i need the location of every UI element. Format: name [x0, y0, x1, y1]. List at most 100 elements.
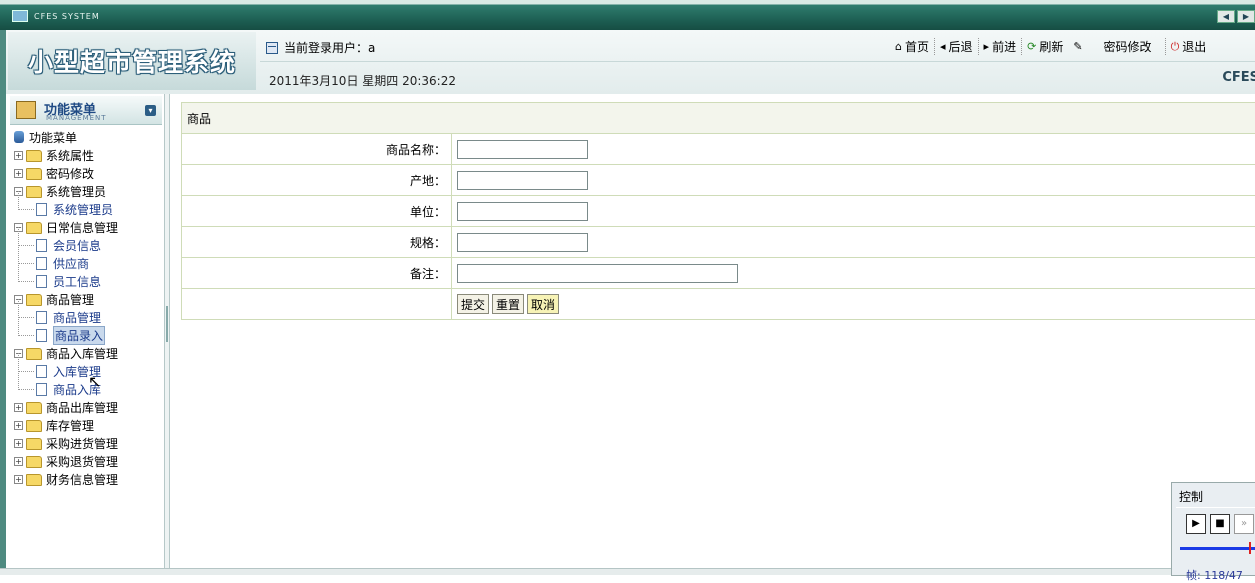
tree-item-finance[interactable]: + 财务信息管理 [14, 470, 118, 488]
expand-icon[interactable]: + [14, 421, 23, 430]
tree-child-label: 系统管理员 [53, 201, 113, 218]
tree-item-label: 系统属性 [46, 147, 94, 164]
tree-child-label-selected: 商品录入 [53, 326, 105, 345]
menu-subtitle: MANAGEMENT [46, 114, 107, 122]
app-title: 小型超市管理系统 [28, 43, 236, 79]
page-icon [36, 311, 47, 324]
page-icon [36, 257, 47, 270]
tree-root[interactable]: 功能菜单 [14, 128, 118, 146]
header-divider [260, 61, 1255, 62]
menu-tree: 功能菜单 + 系统属性 + 密码修改 − 系统管理员 系统管理员 − 日常信息管… [14, 128, 118, 488]
unit-input[interactable] [457, 202, 588, 221]
cancel-button[interactable]: 取消 [527, 294, 559, 314]
page-icon [36, 329, 47, 342]
collapse-menu-icon[interactable]: ▾ [145, 105, 156, 116]
reset-button[interactable]: 重置 [492, 294, 524, 314]
field-label: 备注： [182, 258, 452, 289]
current-datetime: 2011年3月10日 星期四 20:36:22 [269, 72, 456, 89]
folder-icon [26, 402, 42, 414]
field-label: 单位： [182, 196, 452, 227]
empty-label-cell [182, 289, 452, 320]
tree-item-stock-out[interactable]: + 商品出库管理 [14, 398, 118, 416]
fast-forward-icon[interactable]: » [1234, 514, 1254, 534]
scroll-left-icon[interactable]: ◀ [1217, 10, 1235, 23]
stop-icon[interactable]: ■ [1210, 514, 1230, 534]
folder-icon [26, 474, 42, 486]
folder-icon [26, 438, 42, 450]
field-label: 产地： [182, 165, 452, 196]
tree-item-label: 系统管理员 [46, 183, 106, 200]
spec-input[interactable] [457, 233, 588, 252]
tree-item-purchase[interactable]: + 采购进货管理 [14, 434, 118, 452]
scroll-right-icon[interactable]: ▶ [1237, 10, 1255, 23]
field-cell [452, 134, 1255, 165]
tree-item-label: 采购退货管理 [46, 453, 118, 470]
forward-button[interactable]: ▸ 前进 [978, 38, 1022, 55]
forward-label: 前进 [992, 38, 1016, 55]
home-button[interactable]: ⌂ 首页 [890, 38, 934, 55]
root-icon [14, 131, 24, 143]
user-info-icon [266, 42, 278, 54]
expand-icon[interactable]: + [14, 457, 23, 466]
form-title: 商品 [182, 103, 1255, 134]
mouse-cursor-icon: ↖ [88, 372, 101, 391]
playback-slider[interactable] [1180, 547, 1255, 550]
page-icon [36, 203, 47, 216]
tree-item-password[interactable]: + 密码修改 [14, 164, 118, 182]
play-icon[interactable]: ▶ [1186, 514, 1206, 534]
tree-item-inventory[interactable]: + 库存管理 [14, 416, 118, 434]
logout-icon: ⏻ [1171, 41, 1180, 53]
tree-child-label: 员工信息 [53, 273, 101, 290]
header-left-border [0, 30, 6, 94]
tree-child-admins[interactable]: 系统管理员 [14, 200, 118, 218]
tree-item-label: 库存管理 [46, 417, 94, 434]
origin-input[interactable] [457, 171, 588, 190]
frame-counter: 帧: 118/47 [1186, 567, 1243, 583]
password-change-label: 密码修改 [1104, 38, 1152, 55]
control-buttons: ▶ ■ » [1186, 514, 1254, 534]
app-logo: 小型超市管理系统 [8, 32, 256, 90]
tree-item-label: 商品出库管理 [46, 399, 118, 416]
tree-child-product-entry[interactable]: 商品录入 [14, 326, 118, 344]
folder-icon [26, 150, 42, 162]
playback-position-marker[interactable] [1249, 542, 1251, 554]
logout-button[interactable]: ⏻ 退出 [1165, 38, 1212, 55]
tree-root-label: 功能菜单 [29, 129, 77, 146]
note-input[interactable] [457, 264, 738, 283]
form-row-actions: 提交重置取消 [182, 289, 1255, 320]
tree-child-employees[interactable]: 员工信息 [14, 272, 118, 290]
folder-icon [26, 168, 42, 180]
field-cell [452, 165, 1255, 196]
field-label: 规格： [182, 227, 452, 258]
home-icon: ⌂ [895, 41, 902, 53]
tree-item-system-properties[interactable]: + 系统属性 [14, 146, 118, 164]
page-icon [36, 383, 47, 396]
splitter-grip-icon[interactable] [166, 306, 168, 342]
folder-icon [26, 456, 42, 468]
expand-icon[interactable]: + [14, 169, 23, 178]
forward-arrow-icon: ▸ [984, 41, 990, 53]
action-cell: 提交重置取消 [452, 289, 1255, 320]
product-name-input[interactable] [457, 140, 588, 159]
tree-item-purchase-return[interactable]: + 采购退货管理 [14, 452, 118, 470]
sidebar-splitter[interactable] [164, 94, 170, 570]
expand-icon[interactable]: + [14, 151, 23, 160]
refresh-button[interactable]: ⟳ 刷新 [1021, 38, 1068, 55]
back-button[interactable]: ◂ 后退 [934, 38, 978, 55]
form-row-origin: 产地： [182, 165, 1255, 196]
sidebar: 功能菜单 MANAGEMENT ▾ 功能菜单 + 系统属性 + 密码修改 − 系… [6, 94, 165, 570]
product-form: 商品 商品名称： 产地： 单位： 规格： 备注： [181, 102, 1255, 320]
expand-icon[interactable]: + [14, 403, 23, 412]
refresh-icon: ⟳ [1027, 41, 1036, 53]
home-label: 首页 [905, 38, 929, 55]
control-divider [1176, 507, 1255, 508]
tree-child-label: 商品管理 [53, 309, 101, 326]
submit-button[interactable]: 提交 [457, 294, 489, 314]
back-arrow-icon: ◂ [940, 41, 946, 53]
top-toolbar: ⌂ 首页 ◂ 后退 ▸ 前进 ⟳ 刷新 ✎ 密码修改 ⏻ 退出 [890, 38, 1211, 55]
tree-child-product-stock-in[interactable]: 商品入库 [14, 380, 118, 398]
page-icon [36, 275, 47, 288]
expand-icon[interactable]: + [14, 475, 23, 484]
password-change-button[interactable]: ✎ 密码修改 [1068, 38, 1156, 55]
expand-icon[interactable]: + [14, 439, 23, 448]
